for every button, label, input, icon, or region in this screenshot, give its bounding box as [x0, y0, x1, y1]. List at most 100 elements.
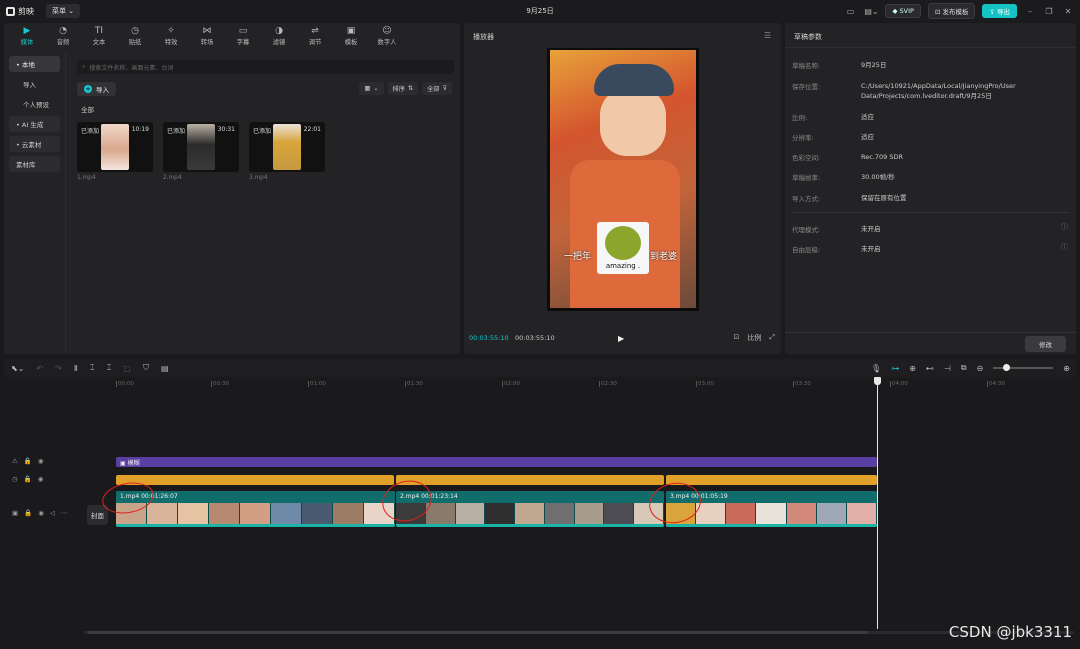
added-badge: 已添加 — [167, 128, 186, 135]
main-track-magnet-icon[interactable]: ⊶ — [891, 364, 899, 373]
clip-header: 2.mp4 00:01:23:14 — [396, 491, 664, 503]
maximize-icon[interactable]: ❐ — [1043, 7, 1055, 16]
lock-icon[interactable]: 🔒 — [24, 457, 32, 465]
eye-icon[interactable]: ◉ — [38, 509, 44, 517]
preview-axis-icon[interactable]: ⊣ — [944, 364, 951, 373]
lock-icon[interactable]: 🔒 — [24, 475, 32, 483]
sticker-overlay[interactable]: amazing . — [597, 222, 649, 274]
minimize-icon[interactable]: – — [1024, 7, 1036, 16]
info-icon[interactable]: ⓘ — [1061, 242, 1068, 252]
export-button[interactable]: ⇪ 导出 — [982, 4, 1017, 18]
tab-template[interactable]: ▣ 模板 — [334, 23, 368, 49]
ruler-tick: 01:00 — [308, 381, 326, 387]
zoom-slider-knob[interactable] — [1003, 364, 1011, 371]
current-time: 00:03:55:10 — [469, 334, 509, 342]
layout-switch-icon[interactable]: ▤⌄ — [864, 5, 878, 17]
lock-icon[interactable]: 🔒 — [24, 509, 32, 517]
tab-avatar[interactable]: ☺ 数字人 — [370, 23, 404, 49]
caption-icon[interactable]: ▤ — [161, 364, 169, 373]
zoom-in-icon[interactable]: ⊕ — [1063, 364, 1070, 373]
speaker-icon[interactable]: ◁ — [50, 509, 55, 517]
zoom-out-icon[interactable]: ⊖ — [977, 364, 984, 373]
sidebar-item-import[interactable]: 导入 — [9, 76, 60, 92]
trim-right-icon[interactable]: ⌶ — [107, 363, 112, 373]
media-item[interactable]: 已添加 30:31 2.mp4 — [163, 122, 239, 181]
media-item[interactable]: 已添加 22:01 3.mp4 — [249, 122, 325, 181]
tab-sticker[interactable]: ◷ 贴纸 — [118, 23, 152, 49]
sort-button[interactable]: 排序 ⇅ — [387, 82, 419, 95]
tab-adjust[interactable]: ⇌ 调节 — [298, 23, 332, 49]
menu-button[interactable]: 菜单 ⌄ — [46, 4, 81, 18]
draft-panel: 草稿参数 草稿名称: 9月25日 保存位置: C:/Users/10921/Ap… — [785, 23, 1076, 354]
ai-icon[interactable]: ⧉ — [961, 363, 967, 373]
title-bar: 剪映 菜单 ⌄ 9月25日 ▭ ▤⌄ ◆ SVIP ⊡ 发布模板 ⇪ 导出 – … — [0, 0, 1080, 22]
timeline[interactable]: 00:00 00:30 01:00 01:30 02:00 02:30 03:0… — [4, 377, 1076, 635]
filter-button[interactable]: 全部 ⊽ — [422, 82, 452, 95]
sidebar-item-ai[interactable]: • AI 生成 — [9, 116, 60, 132]
view-mode-button[interactable]: ▦ ⌄ — [359, 82, 384, 95]
media-thumbnail[interactable]: 已添加 10:19 — [77, 122, 153, 172]
transition-icon: ⋈ — [202, 26, 212, 36]
select-tool-icon[interactable]: ⬉⌄ — [11, 364, 24, 373]
scrollbar-thumb[interactable] — [88, 631, 868, 634]
zoom-slider[interactable] — [993, 364, 1054, 371]
tab-media[interactable]: ▶ 媒体 — [10, 23, 44, 49]
sidebar-item-cloud[interactable]: • 云素材 — [9, 136, 60, 152]
auto-snap-icon[interactable]: ⊕ — [909, 364, 916, 373]
tab-filter[interactable]: ◑ 滤镜 — [262, 23, 296, 49]
tab-transition[interactable]: ⋈ 转场 — [190, 23, 224, 49]
effect-clip[interactable]: ▣ 模糊 — [116, 457, 877, 467]
tab-audio[interactable]: ◔ 音频 — [46, 23, 80, 49]
more-icon[interactable]: ⋯ — [61, 509, 68, 517]
media-thumbnail[interactable]: 已添加 22:01 — [249, 122, 325, 172]
subtitle-right: 到老婆 — [650, 252, 678, 262]
duration-label: 22:01 — [303, 126, 321, 133]
sidebar-item-library[interactable]: 素材库 — [9, 156, 60, 172]
ruler-tick: 03:00 — [696, 381, 714, 387]
ratio-button[interactable]: 比例 — [747, 333, 761, 343]
fullscreen-icon[interactable]: ⤢ — [769, 333, 775, 343]
media-thumbnail[interactable]: 已添加 30:31 — [163, 122, 239, 172]
modify-button[interactable]: 修改 — [1025, 336, 1066, 352]
time-ruler[interactable]: 00:00 00:30 01:00 01:30 02:00 02:30 03:0… — [116, 381, 1005, 391]
video-preview[interactable]: amazing . 一把年 到老婆 — [547, 48, 699, 311]
sticker-clip[interactable] — [666, 475, 877, 485]
tab-subtitle[interactable]: ▭ 字幕 — [226, 23, 260, 49]
video-clip[interactable]: 1.mp4 00:01:26:07 — [116, 491, 395, 527]
media-item[interactable]: 已添加 10:19 1.mp4 — [77, 122, 153, 181]
video-clip[interactable]: 2.mp4 00:01:23:14 — [396, 491, 664, 527]
tab-effects[interactable]: ✧ 特效 — [154, 23, 188, 49]
eye-icon[interactable]: ◉ — [38, 457, 44, 465]
eye-icon[interactable]: ◉ — [38, 475, 44, 483]
import-button[interactable]: + 导入 — [77, 82, 116, 96]
layout-icon[interactable]: ▭ — [843, 5, 857, 17]
duration-label: 30:31 — [217, 126, 235, 133]
sidebar-item-local[interactable]: • 本地 — [9, 56, 60, 72]
split-icon[interactable]: Ⅱ — [74, 364, 78, 373]
close-icon[interactable]: ✕ — [1062, 7, 1074, 16]
param-value: 保留在原有位置 — [861, 194, 907, 202]
horizontal-scrollbar[interactable] — [84, 631, 1074, 634]
info-icon[interactable]: ⓘ — [1061, 222, 1068, 232]
play-icon[interactable]: ▶ — [618, 334, 624, 343]
tab-text[interactable]: TI 文本 — [82, 23, 116, 49]
param-value: 适应 — [861, 133, 874, 141]
svip-button[interactable]: ◆ SVIP — [885, 4, 921, 18]
trim-left-icon[interactable]: ⌶ — [90, 363, 95, 373]
redo-icon[interactable]: ↷ — [55, 364, 62, 373]
sidebar-item-personal[interactable]: 个人预设 — [9, 96, 60, 112]
sticker-clip[interactable] — [396, 475, 664, 485]
plus-icon: + — [84, 85, 92, 93]
sticker-clip[interactable] — [116, 475, 394, 485]
publish-template-button[interactable]: ⊡ 发布模板 — [927, 3, 976, 19]
shield-icon[interactable]: ⛉ — [143, 363, 149, 373]
screenshot-icon[interactable]: ⊡ — [734, 333, 740, 343]
added-badge: 已添加 — [253, 128, 272, 135]
search-input[interactable]: ⌕ 搜索文件名称、画面元素、台词 — [77, 60, 454, 74]
link-icon[interactable]: ⊷ — [926, 364, 934, 373]
menu-icon[interactable]: ☰ — [764, 31, 771, 40]
playhead[interactable] — [877, 377, 878, 629]
undo-icon[interactable]: ↶ — [36, 364, 43, 373]
delete-icon[interactable]: ▢ — [123, 364, 131, 373]
microphone-icon[interactable]: 🎙 — [871, 364, 881, 373]
